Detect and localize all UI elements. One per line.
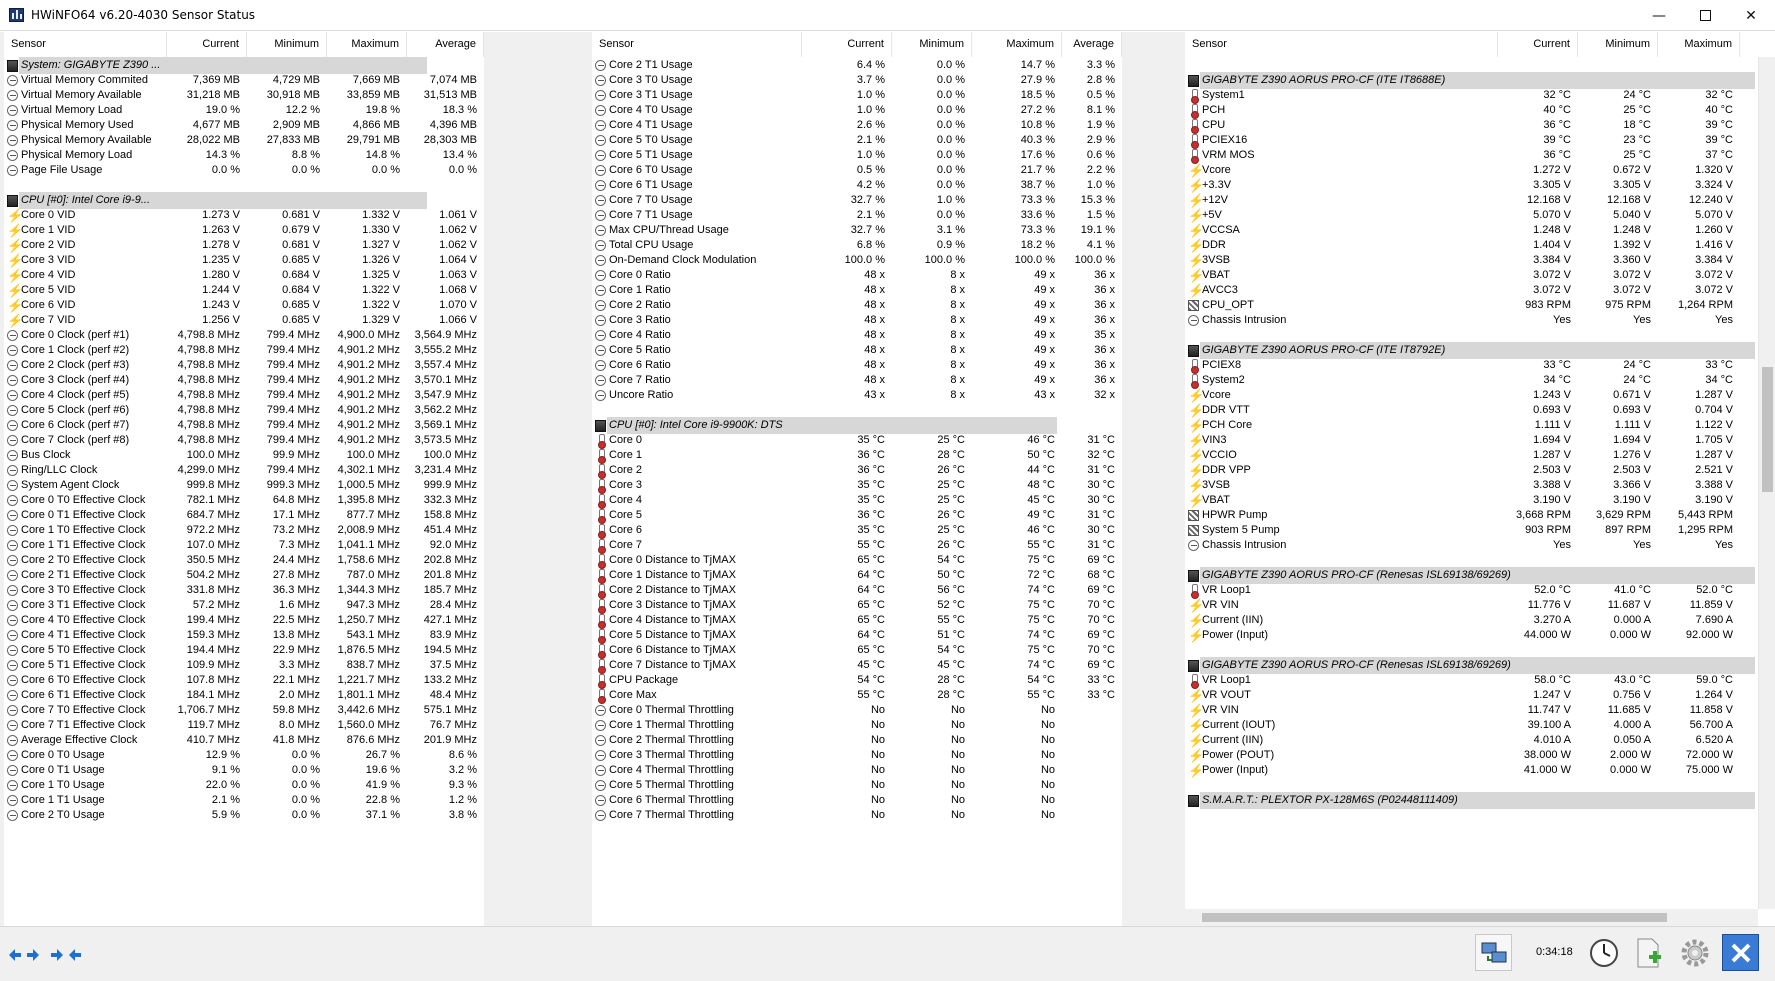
column-header-minimum[interactable]: Minimum (247, 32, 327, 57)
horizontal-scrollbar[interactable] (1185, 909, 1758, 926)
maximize-button[interactable] (1682, 0, 1728, 31)
title-bar: HWiNFO64 v6.20-4030 Sensor Status — ✕ (0, 0, 1775, 31)
vertical-scrollbar[interactable] (1758, 57, 1775, 909)
column-header-maximum[interactable]: Maximum (972, 32, 1062, 57)
sensor-current-value: 5.9 % (211, 809, 240, 821)
sensor-row[interactable]: Core 7 Thermal Throttling No No No (592, 807, 1122, 824)
sensor-panels-area: Sensor Current Minimum Maximum Average System… (0, 32, 1775, 926)
column-header-sensor[interactable]: Sensor (4, 32, 167, 57)
column-header-row: Sensor Current Minimum Maximum Average (4, 32, 484, 57)
sensor-minimum-value: 0.0 % (291, 809, 320, 821)
sensor-name: Core 7 Thermal Throttling (609, 809, 734, 821)
sensor-row[interactable]: Core 2 T0 Usage 5.9 % 0.0 % 37.1 % 3.8 % (4, 807, 484, 824)
column-header-average[interactable]: Average (1062, 32, 1122, 57)
network-button[interactable] (1475, 934, 1512, 971)
log-file-button[interactable] (1630, 934, 1667, 971)
close-x-icon (1731, 943, 1750, 962)
column-header-sensor[interactable]: Sensor (1185, 32, 1498, 57)
hwinfo-app-icon (9, 8, 24, 22)
sensor-maximum-value: No (1040, 809, 1055, 821)
bottom-toolbar: 0:34:18 (0, 926, 1775, 981)
sensor-name: S.M.A.R.T.: PLEXTOR PX-128M6S (P02448111… (1202, 794, 1458, 806)
sensor-name: Core 2 T0 Usage (21, 809, 105, 821)
column-header-row: Sensor Current Minimum Maximum Average (592, 32, 1122, 57)
close-sensors-button[interactable] (1722, 934, 1759, 971)
sensor-panel-3[interactable]: Sensor Current Minimum Maximum GIGABYTE Z390… (1185, 32, 1775, 926)
sensor-average-value (1062, 807, 1115, 824)
close-window-button[interactable]: ✕ (1728, 0, 1774, 31)
column-header-row: Sensor Current Minimum Maximum (1185, 32, 1775, 57)
column-header-maximum[interactable]: Maximum (327, 32, 407, 57)
clock-button[interactable] (1585, 934, 1622, 971)
expand-arrows-icon (9, 948, 39, 961)
gear-icon (1681, 939, 1708, 966)
elapsed-timer: 0:34:18 (1536, 946, 1573, 958)
sensor-average-value: 3.8 % (448, 809, 477, 821)
column-header-current[interactable]: Current (802, 32, 892, 57)
sensor-maximum-value: 37.1 % (365, 809, 400, 821)
column-header-maximum[interactable]: Maximum (1658, 32, 1740, 57)
column-header-current[interactable]: Current (167, 32, 247, 57)
sensor-group-header[interactable]: S.M.A.R.T.: PLEXTOR PX-128M6S (P02448111… (1185, 792, 1775, 809)
collapse-arrows-button[interactable] (47, 936, 85, 973)
sensor-minimum-value: No (950, 809, 965, 821)
vertical-scroll-thumb[interactable] (1762, 367, 1773, 492)
add-log-file-icon (1637, 938, 1661, 967)
column-header-average[interactable]: Average (407, 32, 484, 57)
sensor-panel-2[interactable]: Sensor Current Minimum Maximum Average Core 2… (592, 32, 1122, 926)
column-header-minimum[interactable]: Minimum (892, 32, 972, 57)
settings-button[interactable] (1676, 934, 1713, 971)
column-header-current[interactable]: Current (1498, 32, 1578, 57)
collapse-arrows-icon (51, 948, 81, 961)
sensor-current-value: No (870, 809, 885, 821)
network-computers-icon (1481, 942, 1506, 962)
expand-arrows-button[interactable] (5, 936, 43, 973)
clock-icon (1589, 938, 1618, 967)
horizontal-scroll-thumb[interactable] (1202, 913, 1667, 922)
window-title: HWiNFO64 v6.20-4030 Sensor Status (31, 8, 256, 22)
sensor-panel-1[interactable]: Sensor Current Minimum Maximum Average System… (4, 32, 484, 926)
column-header-sensor[interactable]: Sensor (592, 32, 802, 57)
minimize-button[interactable]: — (1636, 0, 1682, 31)
column-header-minimum[interactable]: Minimum (1578, 32, 1658, 57)
